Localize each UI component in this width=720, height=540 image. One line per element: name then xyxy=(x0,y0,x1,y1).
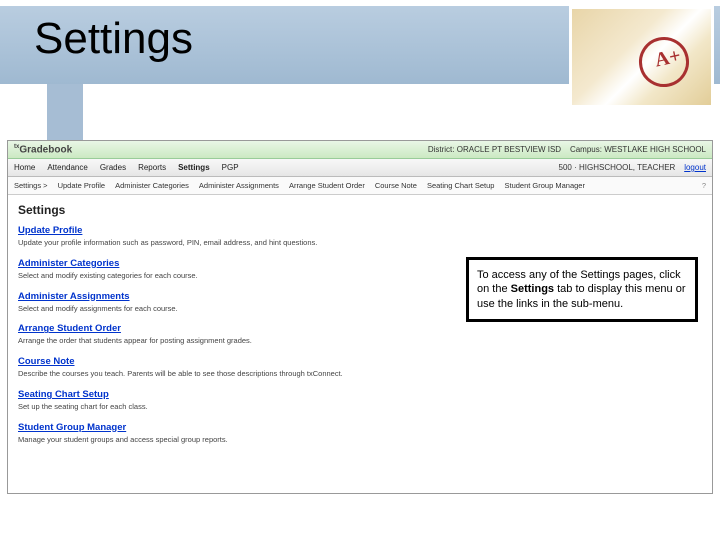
desc-course-note: Describe the courses you teach. Parents … xyxy=(18,369,388,379)
subnav-seating-chart-setup[interactable]: Seating Chart Setup xyxy=(427,181,495,190)
nav-reports[interactable]: Reports xyxy=(138,163,166,172)
link-administer-assignments[interactable]: Administer Assignments xyxy=(18,291,130,302)
gradebook-app: txGradebook District: ORACLE PT BESTVIEW… xyxy=(7,140,713,494)
section-administer-categories: Administer Categories Select and modify … xyxy=(18,258,388,281)
subnav-root: Settings > xyxy=(14,181,48,190)
instruction-callout: To access any of the Settings pages, cli… xyxy=(466,257,698,322)
subnav-update-profile[interactable]: Update Profile xyxy=(58,181,106,190)
sub-nav: Settings > Update Profile Administer Cat… xyxy=(8,177,712,195)
subnav-administer-assignments[interactable]: Administer Assignments xyxy=(199,181,279,190)
user-context: 500 · HIGHSCHOOL, TEACHER xyxy=(559,163,676,172)
desc-administer-categories: Select and modify existing categories fo… xyxy=(18,271,388,281)
nav-pgp[interactable]: PGP xyxy=(222,163,239,172)
logout-link[interactable]: logout xyxy=(684,163,706,172)
desc-student-group-manager: Manage your student groups and access sp… xyxy=(18,435,388,445)
link-arrange-student-order[interactable]: Arrange Student Order xyxy=(18,323,121,334)
help-icon[interactable]: ? xyxy=(702,181,706,190)
decorative-photo xyxy=(569,6,714,108)
subnav-student-group-manager[interactable]: Student Group Manager xyxy=(504,181,584,190)
page-heading: Settings xyxy=(18,203,702,217)
section-seating-chart-setup: Seating Chart Setup Set up the seating c… xyxy=(18,389,388,412)
subnav-arrange-student-order[interactable]: Arrange Student Order xyxy=(289,181,365,190)
desc-seating-chart-setup: Set up the seating chart for each class. xyxy=(18,402,388,412)
slide-title: Settings xyxy=(34,14,193,64)
desc-administer-assignments: Select and modify assignments for each c… xyxy=(18,304,388,314)
section-arrange-student-order: Arrange Student Order Arrange the order … xyxy=(18,323,388,346)
link-seating-chart-setup[interactable]: Seating Chart Setup xyxy=(18,389,109,400)
subnav-administer-categories[interactable]: Administer Categories xyxy=(115,181,189,190)
link-administer-categories[interactable]: Administer Categories xyxy=(18,258,119,269)
nav-grades[interactable]: Grades xyxy=(100,163,126,172)
accent-bar xyxy=(47,84,83,140)
main-nav: Home Attendance Grades Reports Settings … xyxy=(8,159,712,177)
nav-settings[interactable]: Settings xyxy=(178,163,210,172)
nav-attendance[interactable]: Attendance xyxy=(47,163,87,172)
link-student-group-manager[interactable]: Student Group Manager xyxy=(18,422,126,433)
subnav-course-note[interactable]: Course Note xyxy=(375,181,417,190)
app-topbar: txGradebook District: ORACLE PT BESTVIEW… xyxy=(8,141,712,159)
desc-arrange-student-order: Arrange the order that students appear f… xyxy=(18,336,388,346)
section-administer-assignments: Administer Assignments Select and modify… xyxy=(18,291,388,314)
link-update-profile[interactable]: Update Profile xyxy=(18,225,82,236)
app-logo: txGradebook xyxy=(14,144,72,155)
section-student-group-manager: Student Group Manager Manage your studen… xyxy=(18,422,388,445)
desc-update-profile: Update your profile information such as … xyxy=(18,238,388,248)
app-context: District: ORACLE PT BESTVIEW ISD Campus:… xyxy=(428,145,706,154)
link-course-note[interactable]: Course Note xyxy=(18,356,74,367)
section-course-note: Course Note Describe the courses you tea… xyxy=(18,356,388,379)
nav-home[interactable]: Home xyxy=(14,163,35,172)
section-update-profile: Update Profile Update your profile infor… xyxy=(18,225,388,248)
settings-content: Settings Update Profile Update your prof… xyxy=(8,195,712,462)
